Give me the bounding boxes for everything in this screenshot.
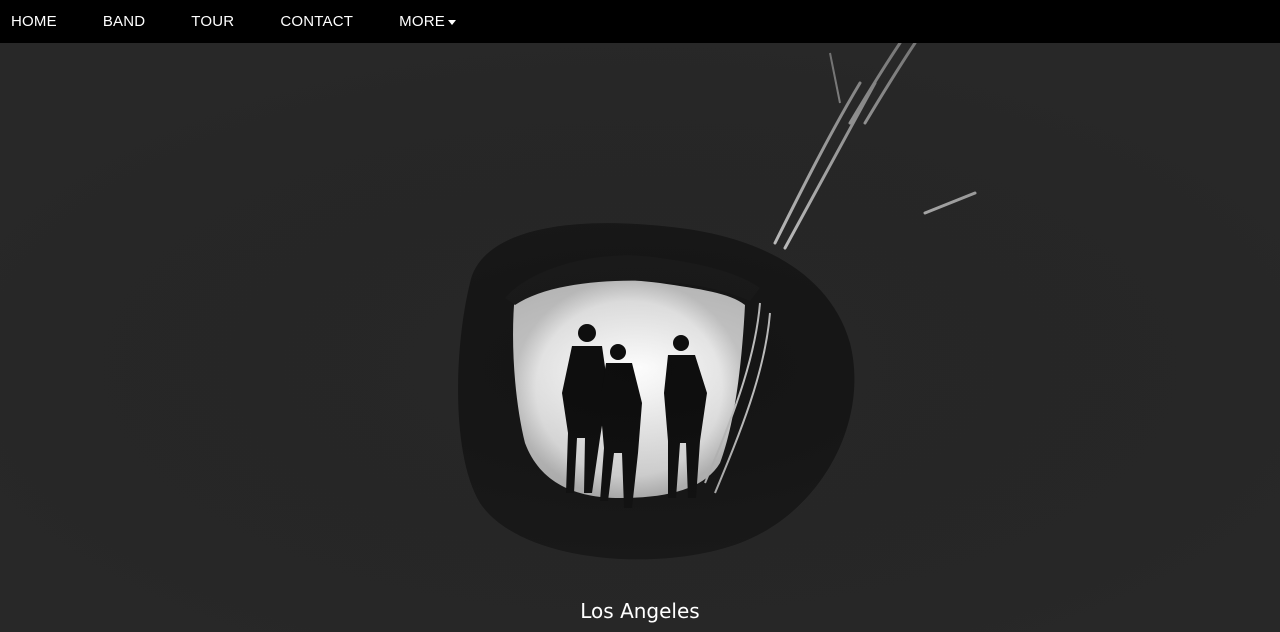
caret-down-icon <box>447 19 456 25</box>
nav-tour-link[interactable]: TOUR <box>168 0 257 43</box>
top-navbar: HOME BAND TOUR CONTACT MORE <box>0 0 1280 43</box>
nav-band-link[interactable]: BAND <box>80 0 168 43</box>
nav-contact-link[interactable]: CONTACT <box>257 0 376 43</box>
nav-more-label: MORE <box>399 13 445 30</box>
nav-more-dropdown[interactable]: MORE <box>376 0 479 43</box>
hero-caption: Los Angeles <box>580 599 700 623</box>
hero-image <box>0 43 1280 632</box>
tunnel-silhouette-photo <box>0 43 1280 632</box>
nav-home-link[interactable]: HOME <box>0 0 80 43</box>
